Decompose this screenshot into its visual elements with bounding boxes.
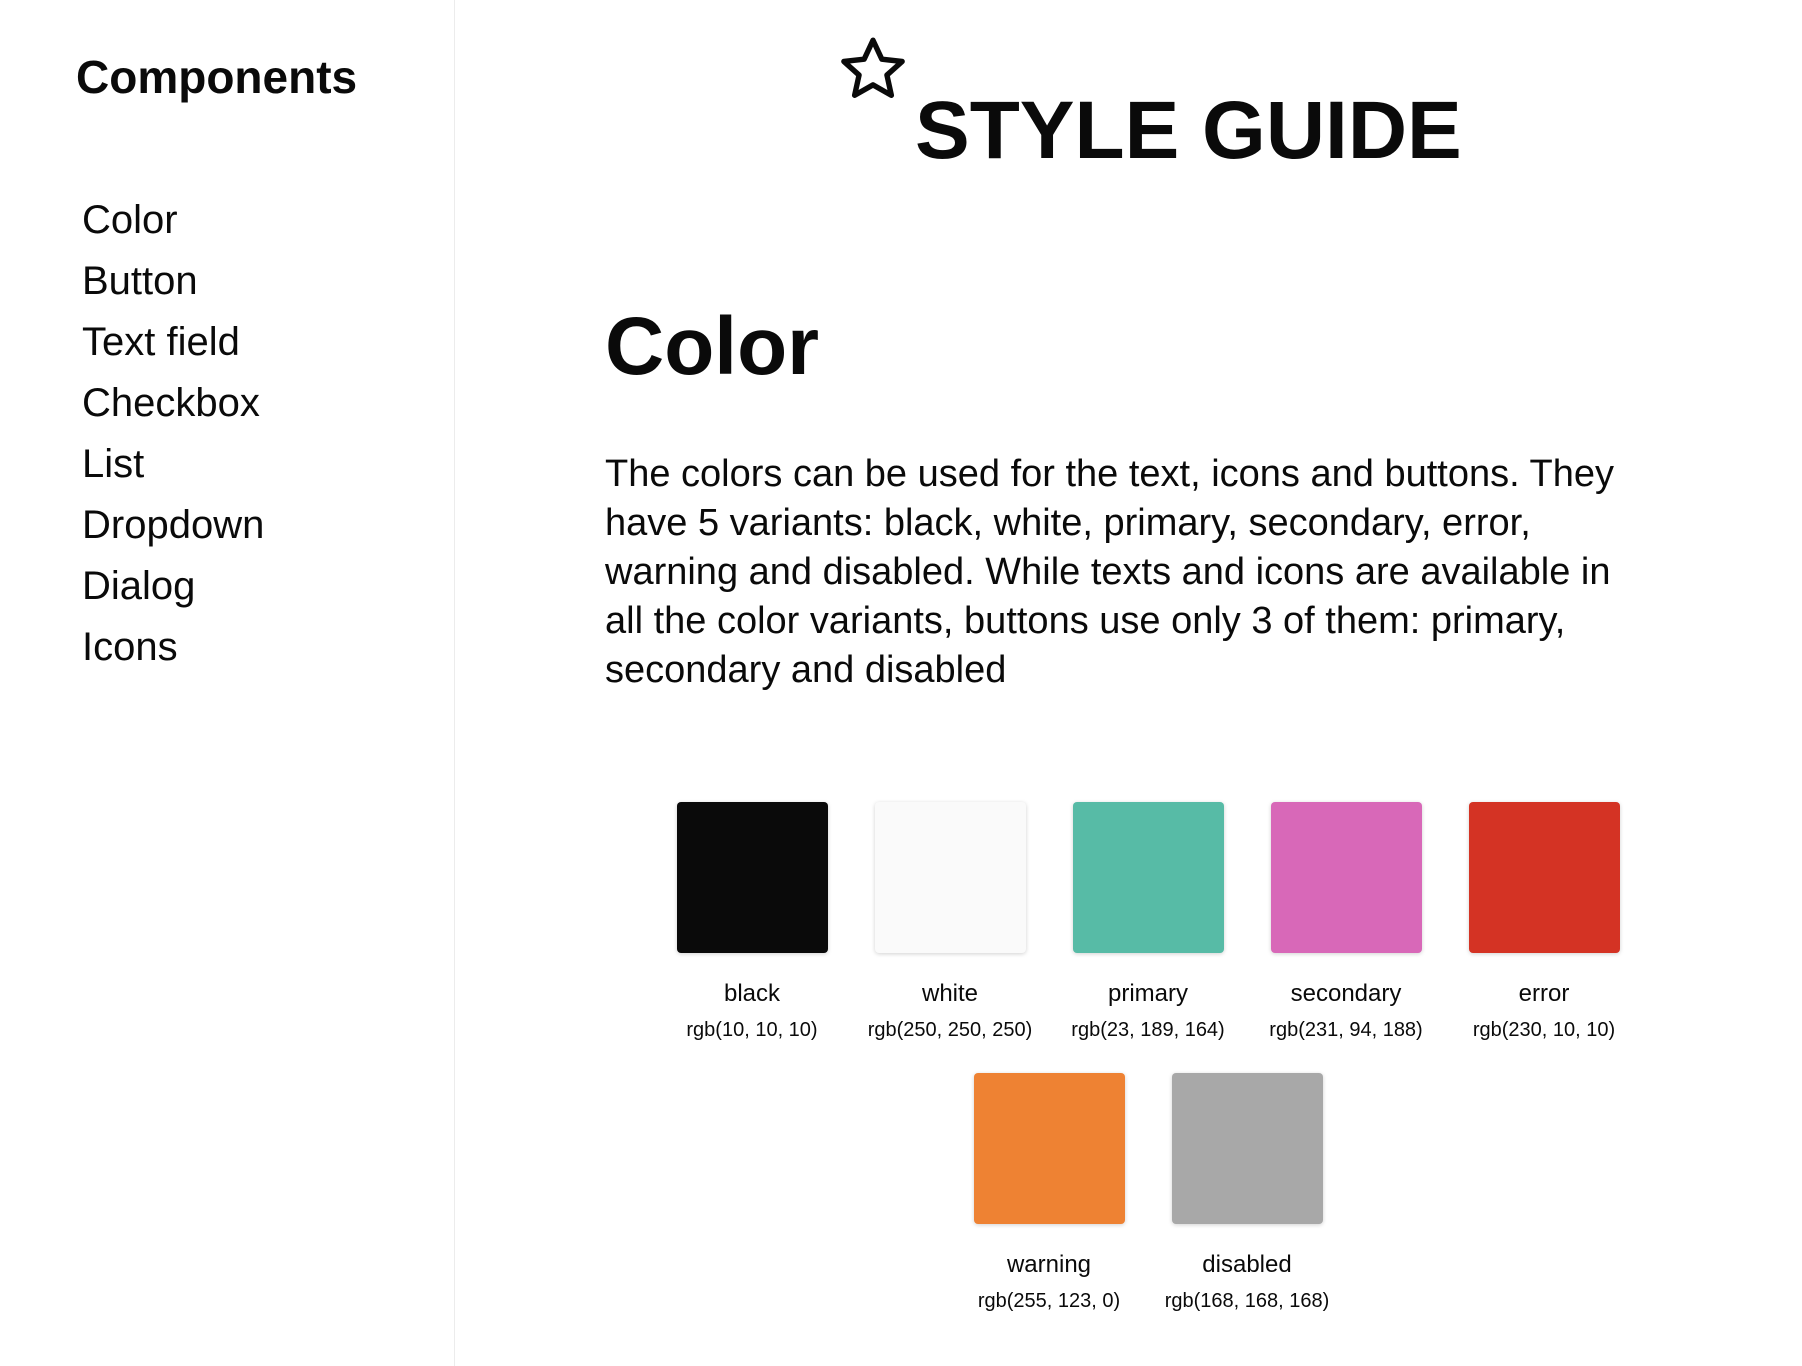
swatch-name: disabled	[1202, 1251, 1292, 1278]
swatch-item-disabled: disabled rgb(168, 168, 168)	[1165, 1073, 1329, 1314]
main-content: STYLE GUIDE Color The colors can be used…	[455, 0, 1802, 1366]
swatch-value: rgb(168, 168, 168)	[1164, 1290, 1330, 1312]
swatch-name: white	[921, 980, 979, 1007]
color-swatch	[874, 802, 1026, 953]
color-swatch	[1468, 802, 1620, 953]
swatch-item-warning: warning rgb(255, 123, 0)	[973, 1073, 1125, 1314]
color-swatch	[1270, 802, 1422, 953]
sidebar-item-list[interactable]: List	[82, 434, 264, 495]
swatch-value: rgb(255, 123, 0)	[977, 1290, 1121, 1312]
swatch-value: rgb(230, 10, 10)	[1472, 1019, 1616, 1041]
color-swatch	[973, 1073, 1125, 1224]
swatch-item-primary: primary rgb(23, 189, 164)	[1071, 802, 1225, 1043]
star-outline-icon	[841, 37, 905, 99]
sidebar-item-dialog[interactable]: Dialog	[82, 556, 264, 617]
sidebar-title: Components	[76, 51, 358, 103]
swatch-item-secondary: secondary rgb(231, 94, 188)	[1269, 802, 1423, 1043]
swatch-name: secondary	[1290, 980, 1402, 1007]
swatch-value: rgb(10, 10, 10)	[686, 1019, 818, 1041]
sidebar-nav: Color Button Text field Checkbox List Dr…	[82, 190, 264, 678]
swatch-value: rgb(23, 189, 164)	[1071, 1019, 1225, 1041]
swatch-value: rgb(250, 250, 250)	[867, 1019, 1033, 1041]
swatch-name: primary	[1107, 980, 1188, 1007]
color-swatch	[1072, 802, 1224, 953]
color-swatch	[676, 802, 828, 953]
swatch-name: error	[1518, 980, 1570, 1007]
swatch-item-black: black rgb(10, 10, 10)	[676, 802, 828, 1043]
page-title: STYLE GUIDE	[915, 85, 1462, 176]
sidebar-item-text-field[interactable]: Text field	[82, 312, 264, 373]
swatch-name: warning	[1006, 1251, 1092, 1278]
color-swatch	[1171, 1073, 1323, 1224]
swatch-value: rgb(231, 94, 188)	[1269, 1019, 1423, 1041]
swatch-name: black	[723, 980, 781, 1007]
sidebar-item-icons[interactable]: Icons	[82, 617, 264, 678]
section-title: Color	[605, 301, 820, 392]
sidebar: Components Color Button Text field Check…	[0, 0, 455, 1366]
sidebar-item-checkbox[interactable]: Checkbox	[82, 373, 264, 434]
sidebar-item-dropdown[interactable]: Dropdown	[82, 495, 264, 556]
swatch-item-error: error rgb(230, 10, 10)	[1468, 802, 1620, 1043]
section-description: The colors can be used for the text, ico…	[605, 453, 1615, 691]
swatch-item-white: white rgb(250, 250, 250)	[868, 802, 1032, 1043]
color-swatch-grid: black rgb(10, 10, 10) white rgb(250, 250…	[653, 802, 1643, 1314]
sidebar-item-button[interactable]: Button	[82, 251, 264, 312]
sidebar-item-color[interactable]: Color	[82, 190, 264, 251]
